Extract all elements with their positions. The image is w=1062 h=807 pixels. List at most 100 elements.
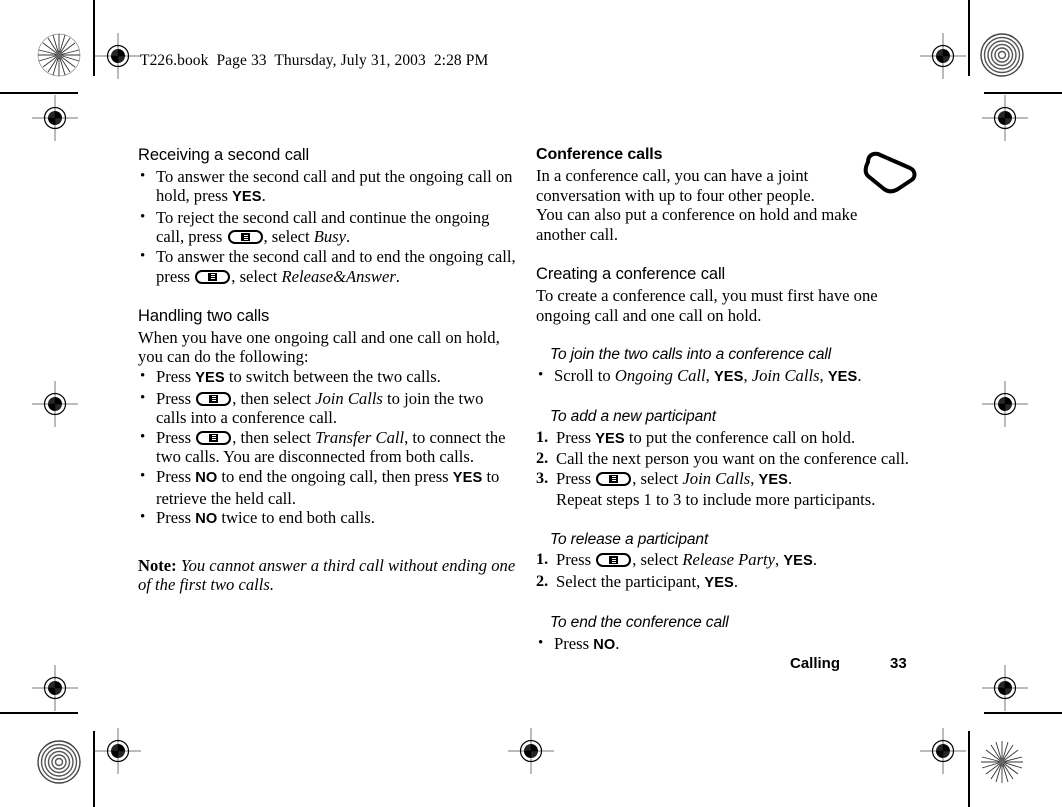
heading-handling-two-calls: Handling two calls — [138, 307, 270, 326]
menu-item-name: Join Calls — [315, 388, 383, 408]
body-text: , — [743, 365, 752, 385]
page-footer: Calling 33 — [790, 655, 907, 672]
softkey-label: YES — [595, 430, 625, 447]
left-column: Receiving a second call • To answer the s… — [138, 145, 516, 595]
menu-item-name: Release Party — [682, 550, 776, 570]
softkey-label: YES — [827, 368, 858, 385]
body-text: , select — [263, 227, 314, 247]
body-text: Press — [554, 633, 594, 653]
footer-chapter: Calling — [790, 655, 841, 672]
list-item: • Press NO. — [536, 634, 936, 656]
bullet-icon: • — [140, 509, 146, 526]
menu-item-name: Release&Answer — [281, 266, 396, 286]
body-text: . — [395, 266, 400, 286]
body-text: , then select — [232, 388, 316, 408]
body-text: . — [788, 468, 793, 488]
heading-conference-calls: Conference calls — [536, 146, 663, 163]
numbered-step: 1. Press , select Release Party, YES. — [536, 550, 936, 572]
menu-key-icon — [596, 553, 632, 568]
menu-item-name: Ongoing Call — [614, 365, 706, 385]
body-text: . — [733, 571, 739, 591]
list-item: • Press NO to end the ongoing call, then … — [138, 467, 516, 508]
body-text: , select — [632, 468, 683, 488]
menu-item-name: Busy — [313, 227, 346, 247]
body-text: twice to end both calls. — [217, 508, 375, 528]
body-text: , then select — [232, 427, 316, 447]
body-text: Press — [556, 427, 596, 447]
menu-key-icon — [196, 430, 232, 445]
body-text: to end the ongoing call, then press — [217, 466, 453, 486]
body-text: To answer the second call and put the on… — [156, 166, 513, 206]
bullet-icon: • — [140, 248, 146, 264]
bullet-icon: • — [538, 634, 544, 651]
body-text: Press — [156, 367, 196, 386]
paragraph-handling-two-calls-intro: When you have one ongoing call and one c… — [138, 327, 500, 367]
body-text: Select the participant, — [556, 571, 705, 591]
paragraph-conference-intro-1: In a conference call, you can have a joi… — [536, 166, 815, 205]
paragraph-conference-intro-2: You can also put a conference on hold an… — [536, 205, 858, 244]
body-text: Press — [556, 550, 596, 570]
bullet-icon: • — [140, 368, 146, 384]
list-task-end-conference: • Press NO. — [536, 634, 936, 656]
body-text: to switch between the two calls. — [224, 367, 441, 386]
numbered-step: 2. Select the participant, YES. — [536, 572, 936, 594]
menu-item-name: Transfer Call — [315, 427, 405, 447]
step-number: 1. — [536, 427, 549, 446]
body-text: Press — [156, 508, 196, 528]
softkey-label: YES — [195, 370, 225, 386]
body-text: . — [346, 227, 351, 247]
body-text: . — [812, 550, 818, 570]
list-item: • To reject the second call and continue … — [138, 208, 516, 247]
body-text: , — [819, 365, 828, 385]
heading-task-end-conference: To end the conference call — [550, 614, 729, 632]
list-item: • Scroll to Ongoing Call, YES, Join Calls… — [536, 366, 936, 388]
body-text: Call the next person you want on the con… — [556, 449, 909, 469]
menu-key-icon — [596, 471, 632, 486]
numbered-step: 1. Press YES to put the conference call o… — [536, 428, 936, 450]
body-text: , — [705, 365, 714, 385]
body-text: Press — [556, 468, 596, 488]
menu-item-name: Join Calls — [682, 468, 751, 488]
step-number: 3. — [536, 468, 549, 487]
heading-receiving-second-call: Receiving a second call — [138, 146, 310, 164]
list-item: • To answer the second call and to end th… — [138, 247, 516, 286]
heading-task-join-two-calls: To join the two calls into a conference … — [550, 346, 832, 364]
body-text: . — [261, 186, 266, 206]
bullet-icon: • — [140, 208, 146, 225]
menu-item-name: Join Calls — [751, 365, 820, 385]
list-item: • Press , then select Join Calls to join … — [138, 389, 516, 428]
list-item: • Press NO twice to end both calls. — [138, 508, 516, 530]
bullet-icon: • — [140, 428, 146, 445]
heading-task-add-participant: To add a new participant — [550, 408, 716, 426]
body-text: , select — [632, 550, 683, 570]
softkey-label: YES — [758, 471, 788, 488]
body-text: to put the conference call on hold. — [624, 427, 856, 447]
bullet-icon: • — [140, 167, 146, 184]
heading-task-release-participant: To release a participant — [550, 530, 709, 548]
softkey-label: YES — [232, 189, 262, 206]
softkey-label: YES — [452, 469, 483, 486]
softkey-label: NO — [593, 636, 616, 653]
file-header-stamp: T226.book Page 33 Thursday, July 31, 200… — [140, 52, 489, 69]
paragraph-repeat-steps: Repeat steps 1 to 3 to include more part… — [556, 490, 876, 510]
bullet-icon: • — [140, 389, 146, 406]
body-text: Press — [156, 466, 196, 486]
softkey-label: NO — [195, 469, 218, 486]
menu-key-icon — [195, 269, 231, 284]
numbered-step: 3. Press , select Join Calls, YES. — [536, 469, 936, 491]
list-item: • Press , then select Transfer Call, to c… — [138, 428, 516, 467]
list-receiving-second-call: • To answer the second call and put the o… — [138, 167, 516, 287]
list-handling-two-calls: • Press YES to switch between the two cal… — [138, 367, 516, 530]
note-label: Note: — [138, 555, 177, 575]
softkey-label: YES — [704, 574, 734, 591]
step-number: 2. — [536, 449, 549, 468]
right-column: Conference calls In a conference call, y… — [536, 145, 936, 655]
list-task-release-participant: 1. Press , select Release Party, YES. 2. Se… — [536, 550, 936, 593]
body-text: , select — [231, 266, 282, 286]
body-text: Press — [156, 427, 196, 447]
menu-key-icon — [227, 230, 263, 245]
step-number: 2. — [536, 571, 549, 590]
manual-page: T226.book Page 33 Thursday, July 31, 200… — [0, 0, 1062, 807]
list-item: • To answer the second call and put the o… — [138, 167, 516, 208]
bullet-icon: • — [140, 467, 146, 484]
